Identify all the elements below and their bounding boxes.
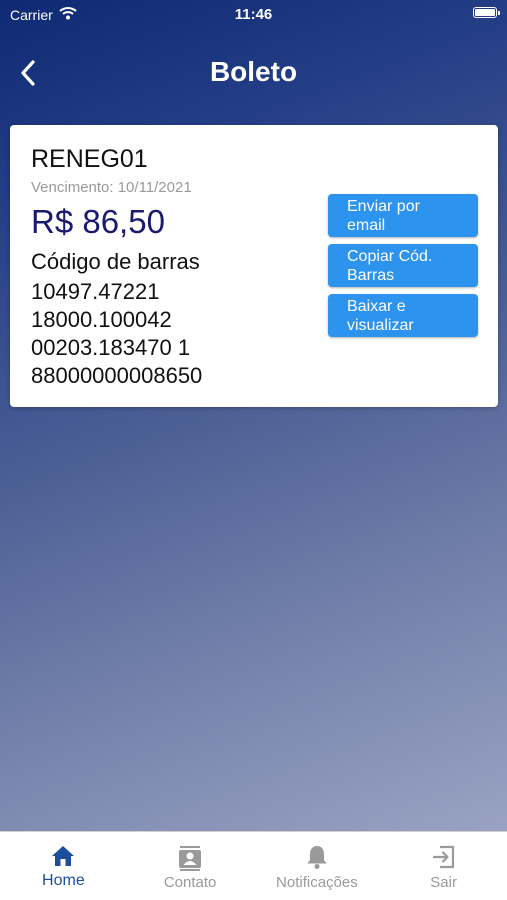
due-date: Vencimento: 10/11/2021 xyxy=(31,179,192,196)
status-bar: Carrier 11:46 xyxy=(0,0,507,28)
amount: R$ 86,50 xyxy=(31,203,165,240)
action-buttons: Enviar por email Copiar Cód. Barras Baix… xyxy=(328,194,478,344)
battery-icon xyxy=(473,7,500,18)
barcode-line: 00203.183470 1 xyxy=(31,335,191,360)
tab-label: Notificações xyxy=(276,874,358,891)
barcode-line: 10497.47221 xyxy=(31,279,160,304)
nav-bar: Boleto xyxy=(0,48,507,100)
tab-sair[interactable]: Sair xyxy=(380,832,507,900)
boleto-id: RENEG01 xyxy=(31,145,148,173)
barcode-label: Código de barras xyxy=(31,249,200,274)
exit-icon xyxy=(432,845,454,869)
tab-label: Contato xyxy=(163,874,217,891)
home-icon xyxy=(52,846,75,866)
copy-barcode-button[interactable]: Copiar Cód. Barras xyxy=(328,244,478,287)
tab-label: Home xyxy=(42,872,85,889)
tab-bar: Home Contato Notificações Sair xyxy=(0,831,507,900)
bell-icon xyxy=(307,846,327,869)
download-view-button[interactable]: Baixar e visualizar xyxy=(328,294,478,337)
tab-contato[interactable]: Contato xyxy=(127,832,254,900)
barcode-line: 88000000008650 xyxy=(31,363,203,388)
boleto-card: RENEG01 Vencimento: 10/11/2021 R$ 86,50 … xyxy=(10,125,498,407)
barcode-number: 10497.47221 18000.100042 00203.183470 1 … xyxy=(31,278,261,390)
tab-home[interactable]: Home xyxy=(0,832,127,900)
tab-notificacoes[interactable]: Notificações xyxy=(254,832,381,900)
barcode-line: 18000.100042 xyxy=(31,307,172,332)
send-email-button[interactable]: Enviar por email xyxy=(328,194,478,237)
page-title: Boleto xyxy=(209,56,298,87)
contact-icon xyxy=(179,846,202,871)
status-time: 11:46 xyxy=(234,6,273,23)
tab-label: Sair xyxy=(430,874,457,891)
